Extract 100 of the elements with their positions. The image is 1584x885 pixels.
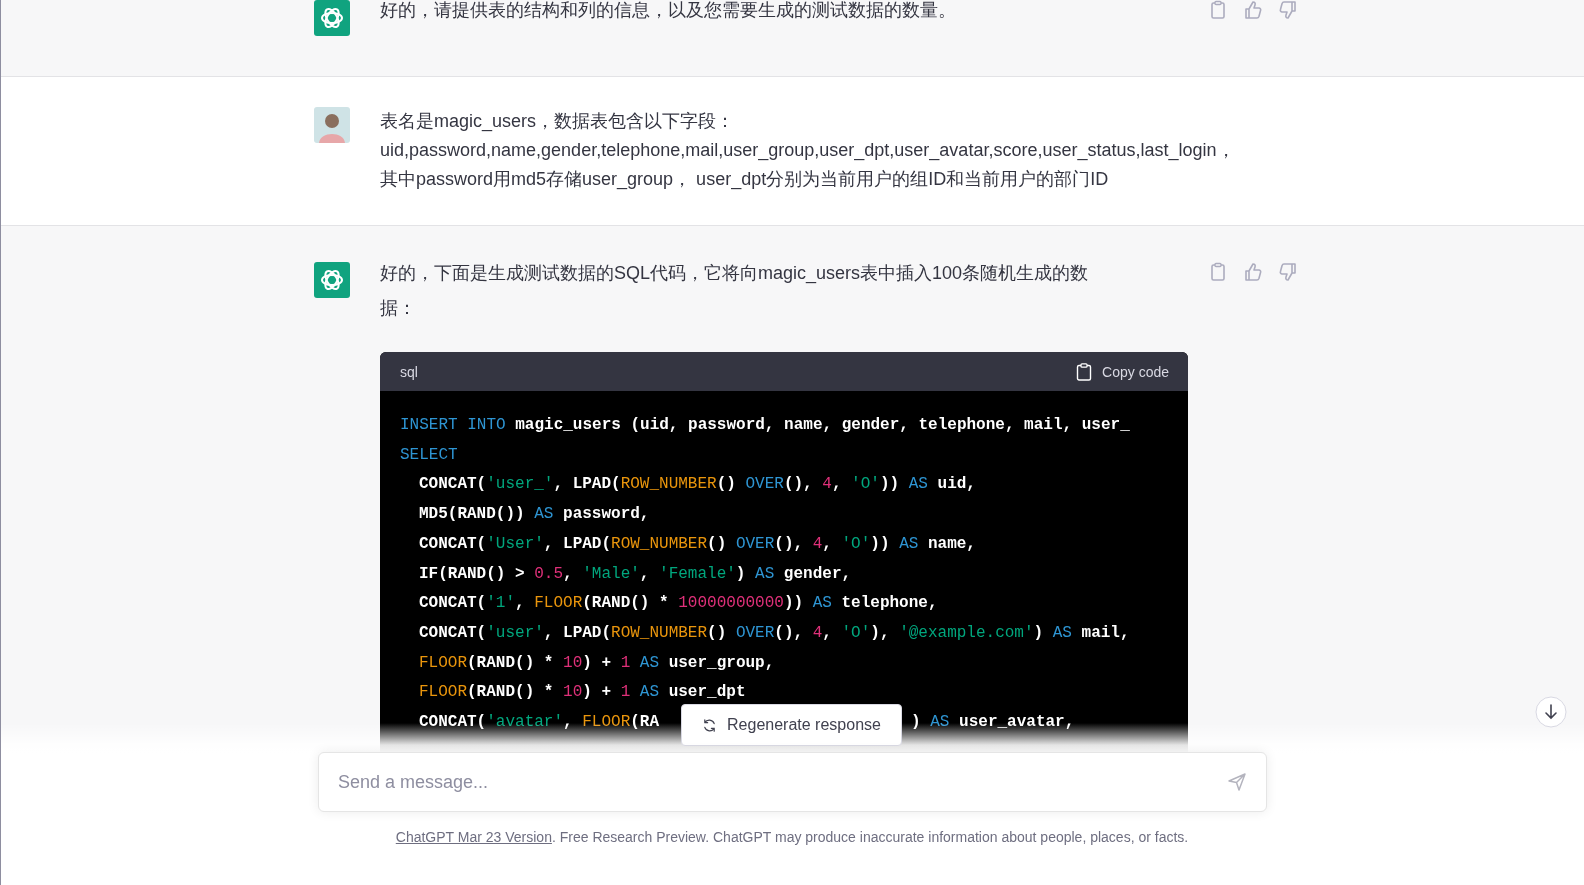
code-token: telephone, [840, 594, 938, 613]
code-token: , LPAD( [543, 623, 612, 642]
code-token: uid, [936, 475, 976, 494]
message-text: 表名是magic_users，数据表包含以下字段： [380, 110, 736, 134]
code-token: 'O' [841, 623, 871, 642]
refresh-icon [702, 717, 718, 733]
copy-code-button[interactable]: Copy code [1076, 362, 1169, 381]
thumbs-down-icon[interactable] [1278, 262, 1298, 282]
code-token: (RAND() * [582, 594, 670, 613]
code-token: 1 [620, 683, 631, 702]
code-token: OVER [735, 534, 775, 553]
code-token: ) [735, 564, 747, 583]
code-token: CONCAT( [419, 713, 487, 732]
code-token: 10 [563, 653, 583, 672]
code-token: (RAND() * [467, 683, 555, 702]
code-token: '@example.com' [899, 623, 1034, 642]
code-token: AS [638, 683, 660, 702]
code-token: SELECT [400, 445, 458, 464]
code-token: 'avatar' [486, 713, 564, 732]
code-token: , [639, 564, 651, 583]
code-token: AS [908, 475, 928, 494]
code-token: OVER [735, 623, 775, 642]
code-token: FLOOR [419, 683, 467, 702]
code-token: )) [879, 475, 901, 494]
disclaimer-text: ChatGPT Mar 23 Version. Free Research Preview. ChatGPT may produce inaccurate information about people, places, or facts. [394, 829, 1190, 845]
code-token: 'user_' [486, 475, 554, 494]
code-token: )) [783, 594, 805, 613]
copy-icon[interactable] [1208, 262, 1228, 282]
send-icon[interactable] [1227, 772, 1247, 792]
code-token: 4 [822, 475, 832, 494]
code-token: ), [870, 623, 891, 642]
code-token: () [707, 534, 728, 553]
code-token: , [563, 713, 574, 732]
message-text: uid,password,name,gender,telephone,mail,user_group,user_dpt,user_avatar,score,user_status,last_login， [380, 139, 1236, 163]
code-token: (RAND() * [467, 653, 555, 672]
code-token: 4 [812, 623, 823, 642]
code-token: AS [812, 594, 832, 613]
version-link[interactable]: ChatGPT Mar 23 Version [395, 829, 552, 845]
thumbs-up-icon[interactable] [1243, 262, 1263, 282]
code-token: user_dpt [667, 683, 746, 702]
code-token: 10 [563, 683, 583, 702]
code-token: ROW_NUMBER [611, 623, 708, 642]
code-token: 'Female' [659, 564, 736, 583]
clipboard-icon [1076, 362, 1093, 381]
thumbs-up-icon[interactable] [1243, 0, 1263, 20]
code-token: CONCAT( [419, 594, 487, 613]
code-token: (), [774, 534, 805, 553]
code-token: OVER [745, 475, 784, 494]
code-token: 'O' [841, 534, 871, 553]
code-token: IF(RAND() > [419, 564, 526, 583]
code-token: CONCAT( [419, 475, 487, 494]
code-token: password, [562, 505, 650, 524]
code-token: )) [870, 534, 891, 553]
code-token: 4 [812, 534, 823, 553]
code-token: ) + [582, 653, 613, 672]
code-token: 10000000000 [678, 594, 784, 613]
code-token: 0.5 [534, 564, 564, 583]
code-token: ROW_NUMBER [611, 534, 708, 553]
code-token: mail, [1080, 623, 1130, 642]
code-token: MD5(RAND()) [419, 505, 526, 524]
code-token: FLOOR [582, 713, 631, 732]
code-token: FLOOR [534, 594, 583, 613]
scroll-down-icon[interactable] [1535, 696, 1567, 728]
code-token: () [716, 475, 737, 494]
message-text: 好的，请提供表的结构和列的信息，以及您需要生成的测试数据的数量。 [380, 0, 957, 20]
code-token: CONCAT( [419, 623, 487, 642]
code-token: , [515, 594, 526, 613]
code-token: ) [911, 713, 922, 732]
regenerate-response-button[interactable]: Regenerate response [681, 704, 902, 746]
code-token: , [822, 534, 833, 553]
code-token: , LPAD( [553, 475, 621, 494]
code-token: () [707, 623, 728, 642]
avatar-icon [314, 107, 350, 143]
code-token: AS [1052, 623, 1072, 642]
code-token: user_group, [667, 653, 775, 672]
code-token: ) + [582, 683, 613, 702]
code-token: AS [638, 653, 660, 672]
message-input[interactable]: Send a message... [318, 752, 1267, 812]
copy-icon[interactable] [1208, 0, 1228, 20]
code-token: AS [534, 505, 554, 524]
assistant-logo-icon [314, 262, 350, 298]
code-token: gender, [782, 564, 852, 583]
code-token: 'user' [486, 623, 544, 642]
code-token: , LPAD( [543, 534, 612, 553]
thumbs-down-icon[interactable] [1278, 0, 1298, 20]
code-token: , [822, 623, 833, 642]
code-token: magic_users (uid, password, name, gender, telephone, mail, user_ [514, 416, 1130, 434]
code-token: ROW_NUMBER [620, 475, 717, 494]
code-token: AS [899, 534, 919, 553]
code-token: INSERT INTO [400, 416, 506, 434]
code-token: name, [926, 534, 976, 553]
code-token: 'User' [486, 534, 544, 553]
code-token: ) [1033, 623, 1045, 642]
message-text: 其中password用md5存储user_group， user_dpt分别为当前用户的组ID和当前用户的部门ID [380, 168, 1110, 192]
code-token: , [831, 475, 843, 494]
code-token: , [563, 564, 574, 583]
code-token: AS [755, 564, 775, 583]
code-token: CONCAT( [419, 534, 487, 553]
code-token: (), [774, 623, 805, 642]
code-token: AS [930, 713, 950, 732]
